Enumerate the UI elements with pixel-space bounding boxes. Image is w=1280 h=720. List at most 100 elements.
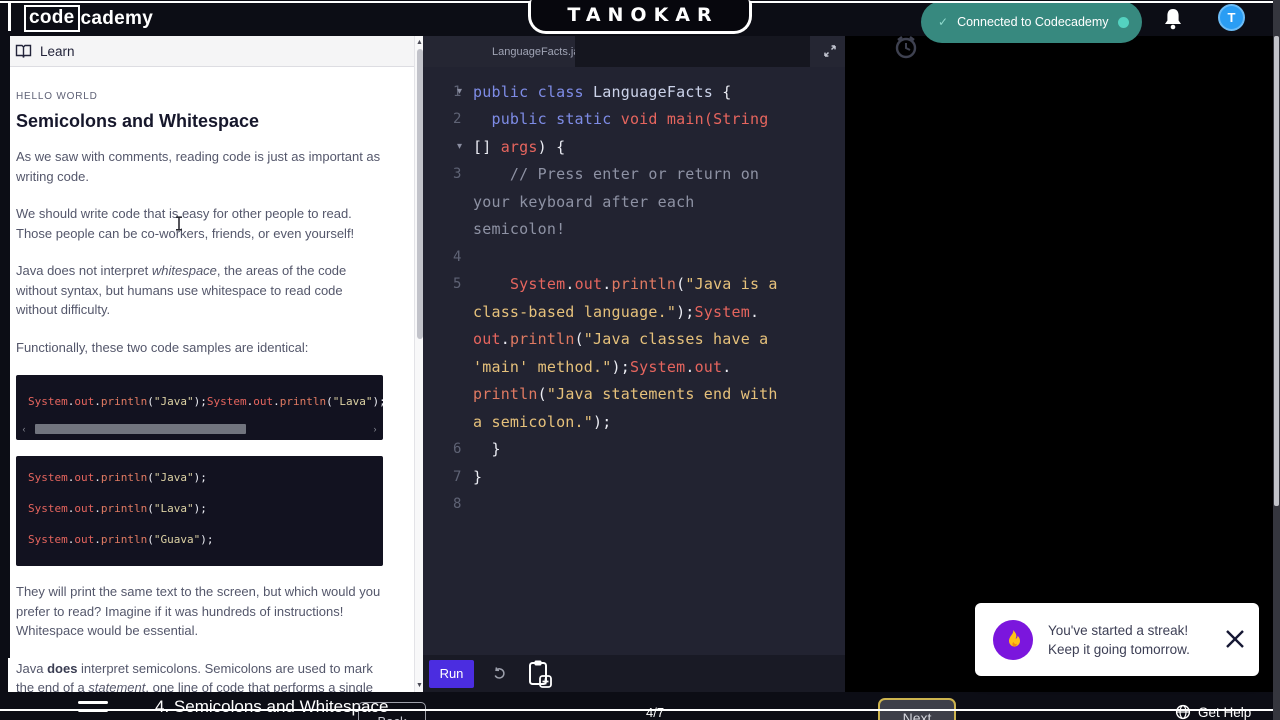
learn-header: Learn [0,36,423,67]
horizontal-scrollbar[interactable]: ‹ › [19,422,380,436]
line-number: 1 [453,83,462,100]
scrollbar-thumb[interactable] [35,424,247,434]
code-editor-panel: LanguageFacts.java 1 ▾ public class Langua… [423,36,845,692]
editor-line[interactable]: out.println("Java classes have a [423,326,845,354]
line-number: 8 [453,496,462,513]
page-scrollbar[interactable] [1273,0,1280,720]
editor-line[interactable]: a semicolon."); [423,408,845,436]
code-text: // Press enter or return on [473,165,760,184]
code-text: println("Java statements end with [473,385,778,404]
paragraph: Functionally, these two code samples are… [16,339,309,355]
expand-editor-icon[interactable] [823,44,837,58]
code-text: [] args) { [473,137,566,156]
tabbar-empty-area [575,36,810,67]
code-sample-line: System.out.println("Java");System.out.pr… [28,395,383,408]
learn-header-label: Learn [40,43,75,59]
editor-tabbar: LanguageFacts.java [423,36,845,67]
lesson-footer-bar: 4. Semicolons and Whitespace Back 4/7 Ne… [0,692,1280,720]
learn-panel: Learn HELLO WORLD Semicolons and Whitesp… [0,36,423,692]
code-text: } [473,467,483,486]
code-sample-line: System.out.println("Lava"); [28,502,207,515]
streak-badge [993,619,1033,660]
globe-icon [1175,704,1191,720]
learn-scrollbar[interactable]: ▲ ▼ [414,36,423,692]
output-terminal-panel[interactable] [845,36,1280,692]
editor-line[interactable]: 2 public static void main(String [423,106,845,134]
get-help-button[interactable]: Get Help [1175,704,1251,720]
scroll-up-icon[interactable]: ▲ [415,39,423,46]
editor-line[interactable]: class-based language.");System. [423,298,845,326]
editor-line[interactable]: 1 ▾ public class LanguageFacts { [423,78,845,106]
reset-icon[interactable] [492,666,507,681]
editor-line[interactable]: 7} [423,463,845,491]
lesson-article: HELLO WORLD Semicolons and Whitespace As… [0,67,423,692]
frame-left-gutter [0,0,10,720]
user-avatar[interactable]: T [1218,4,1245,31]
codecademy-logo[interactable]: code cademy [24,5,153,32]
notifications-bell-icon[interactable] [1162,7,1184,31]
book-icon [15,44,32,58]
run-button[interactable]: Run [429,659,474,688]
code-sample-line: System.out.println("Guava"); [28,533,214,546]
paragraph: We should write code that is easy for ot… [16,206,355,241]
frame-line-left-top [8,3,11,31]
editor-toolbar: Run [423,655,845,692]
code-sample-line: System.out.println("Java"); [28,471,207,484]
editor-line[interactable]: 3 // Press enter or return on [423,161,845,189]
editor-line[interactable]: 5 System.out.println("Java is a [423,271,845,299]
code-text: public class LanguageFacts { [473,82,732,101]
line-number: 5 [453,276,462,293]
editor-line[interactable]: 'main' method.");System.out. [423,353,845,381]
avatar-initial: T [1227,10,1236,25]
tanokar-watermark: TANOKAR [528,0,752,34]
lesson-progress: 4/7 [646,705,665,720]
streak-message: You've started a streak! Keep it going t… [1048,622,1190,657]
code-sample-block-2: System.out.println("Java"); System.out.pr… [16,456,383,566]
code-text: semicolon! [473,220,566,239]
line-number: 3 [453,166,462,183]
scrollbar-thumb[interactable] [1274,36,1279,506]
code-text: a semicolon."); [473,412,612,431]
status-dot-icon [1117,16,1129,28]
paragraph: Java does not interpret whitespace, the … [16,263,347,317]
editor-line[interactable]: 8 [423,491,845,519]
line-number: 6 [453,441,462,458]
lesson-eyebrow: HELLO WORLD [16,91,98,102]
scrollbar-thumb[interactable] [416,49,423,339]
check-icon: ✓ [938,15,949,29]
editor-line[interactable]: 6 } [423,436,845,464]
scroll-right-icon[interactable]: › [370,424,380,434]
back-button[interactable]: Back [358,702,426,720]
code-text: class-based language.");System. [473,302,760,321]
logo-rest: cademy [80,7,154,29]
code-text: System.out.println("Java is a [509,275,778,294]
streak-toast: You've started a streak! Keep it going t… [975,603,1259,676]
lesson-title: Semicolons and Whitespace [16,111,260,131]
close-toast-button[interactable] [1223,628,1247,652]
editor-line[interactable]: ▾[] args) { [423,133,845,161]
code-area[interactable]: 1 ▾ public class LanguageFacts {2 public s… [423,67,845,518]
timer-icon [895,36,917,59]
editor-line[interactable]: println("Java statements end with [423,381,845,409]
logo-code-box: code [24,5,80,32]
paragraph: Java does interpret semicolons. Semicolo… [16,660,374,693]
scroll-left-icon[interactable]: ‹ [19,424,29,434]
paragraph: As we saw with comments, reading code is… [16,149,381,184]
scrollbar-track[interactable] [29,424,370,434]
copy-to-clipboard-icon[interactable] [525,659,553,689]
fold-arrow-icon[interactable]: ▾ [457,141,473,152]
code-text: out.println("Java classes have a [473,330,769,349]
scroll-down-icon[interactable]: ▼ [415,682,423,689]
connected-status-badge: ✓ Connected to Codecademy [921,1,1142,43]
editor-line[interactable]: your keyboard after each [423,188,845,216]
code-text: public static void main(String [491,110,769,129]
code-text: } [473,440,501,459]
mouse-cursor-ibeam [176,216,182,231]
frame-line-bottom [0,709,1280,711]
code-text: your keyboard after each [473,192,695,211]
paragraph: They will print the same text to the scr… [16,584,381,638]
line-number: 4 [453,248,462,265]
fold-arrow-icon[interactable]: ▾ [457,86,473,97]
editor-line[interactable]: semicolon! [423,216,845,244]
editor-line[interactable]: 4 [423,243,845,271]
